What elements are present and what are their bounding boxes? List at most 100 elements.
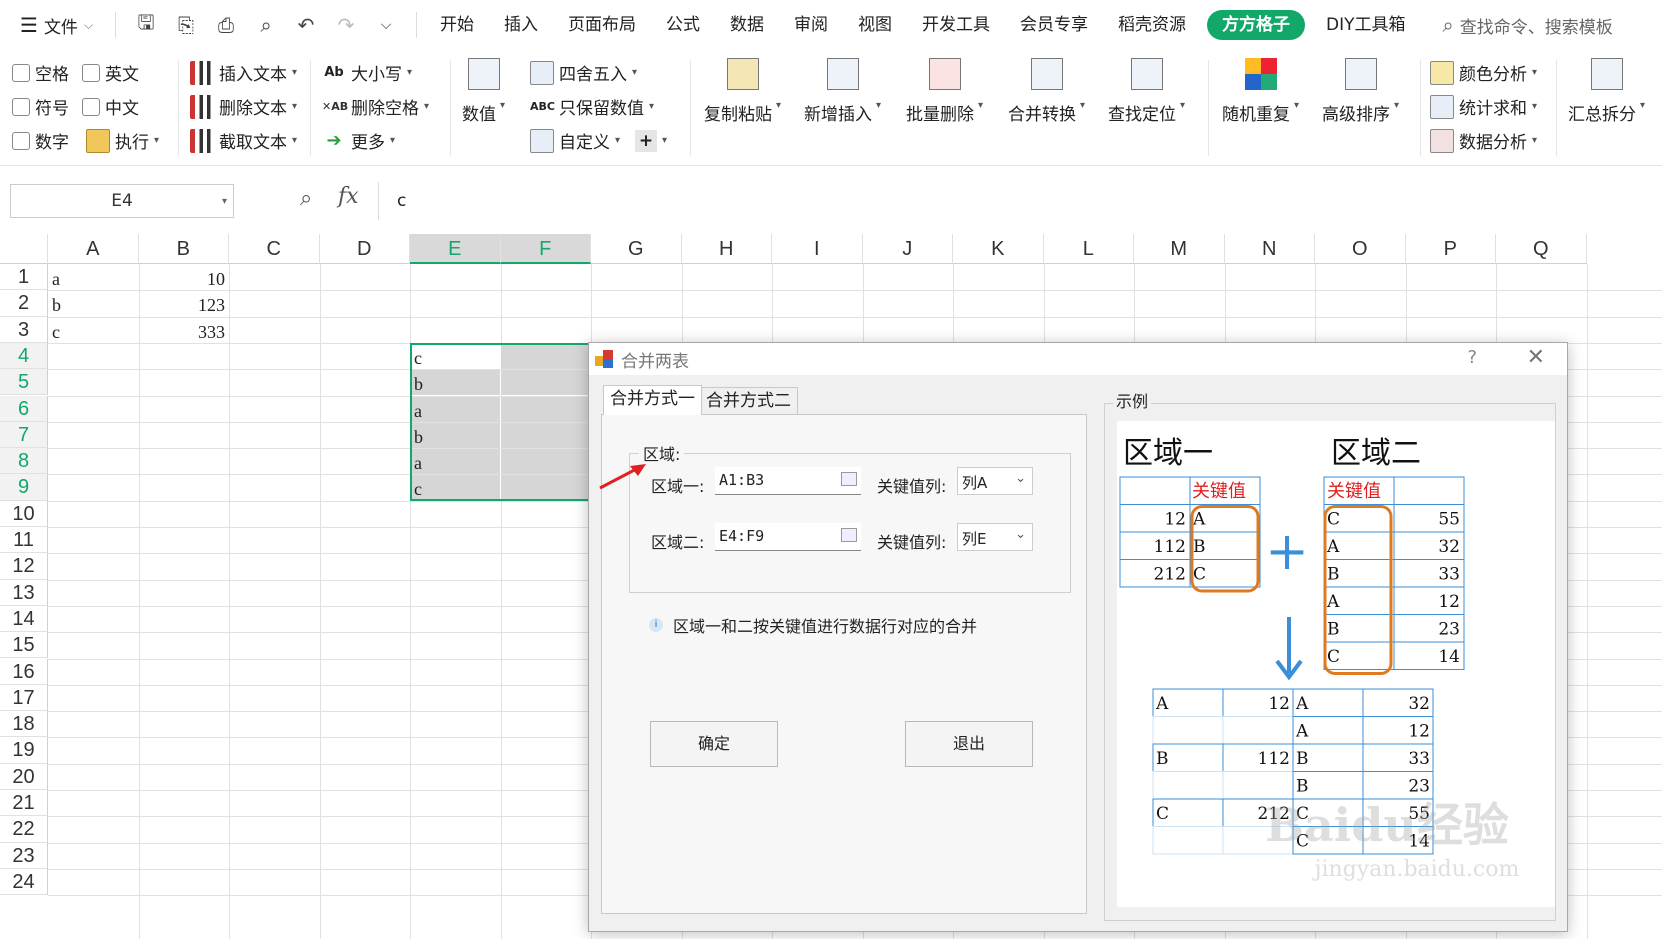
help-button[interactable]: ? [1467, 347, 1477, 368]
redo-icon[interactable]: ↷ [334, 13, 358, 37]
more-button[interactable]: ➔ 更多 ▾ [322, 128, 395, 154]
tab-docer-resources[interactable]: 稻壳资源 [1103, 0, 1201, 50]
key-column-select-1[interactable]: 列A ⌄ [957, 467, 1033, 495]
row-header-3[interactable]: 3 [0, 316, 48, 343]
column-header-h[interactable]: H [681, 234, 772, 264]
column-header-d[interactable]: D [319, 234, 410, 264]
change-case-button[interactable]: Ab 大小写 ▾ [322, 60, 412, 86]
dialog-title-bar[interactable]: 合并两表 ? ✕ [589, 343, 1567, 375]
print-icon[interactable]: ⎙ [214, 13, 238, 37]
command-search[interactable]: ⌕ 查找命令、搜索模板 [1443, 13, 1613, 38]
tab-view[interactable]: 视图 [843, 0, 907, 50]
execute-button[interactable]: 执行 ▾ [86, 128, 159, 153]
range-picker-icon[interactable] [841, 528, 857, 542]
formula-input[interactable]: c [378, 182, 1662, 220]
random-repeat-button[interactable]: 随机重复 ▾ [1222, 58, 1299, 125]
data-analysis-button[interactable]: 数据分析 ▾ [1430, 128, 1537, 153]
range-picker-icon[interactable] [841, 472, 857, 486]
column-header-j[interactable]: J [862, 234, 953, 264]
row-header-17[interactable]: 17 [0, 684, 48, 712]
exit-button[interactable]: 退出 [905, 721, 1033, 767]
plus-button[interactable]: + [635, 129, 658, 152]
tab-review[interactable]: 审阅 [779, 0, 843, 50]
customize-chevron-icon[interactable]: ⌵ [374, 17, 398, 33]
column-header-k[interactable]: K [953, 234, 1044, 264]
row-header-11[interactable]: 11 [0, 527, 48, 554]
select-all-corner[interactable] [0, 234, 48, 264]
column-header-e[interactable]: E [410, 234, 501, 264]
row-header-10[interactable]: 10 [0, 500, 48, 527]
summary-split-button[interactable]: 汇总拆分 ▾ [1568, 58, 1645, 125]
keep-values-button[interactable]: ABC 只保留数值 ▾ [530, 94, 654, 119]
checkbox-space[interactable]: 空格 [12, 60, 69, 85]
print-preview-icon[interactable]: ⌕ [254, 13, 278, 37]
merge-convert-button[interactable]: 合并转换 ▾ [1008, 58, 1085, 125]
row-header-8[interactable]: 8 [0, 448, 48, 475]
key-column-select-2[interactable]: 列E ⌄ [957, 523, 1033, 551]
row-header-24[interactable]: 24 [0, 868, 48, 896]
stat-sum-button[interactable]: 统计求和 ▾ [1430, 94, 1537, 119]
copy-paste-button[interactable]: 复制粘贴 ▾ [704, 58, 781, 125]
tab-developer[interactable]: 开发工具 [907, 0, 1005, 50]
column-header-n[interactable]: N [1224, 234, 1315, 264]
row-header-16[interactable]: 16 [0, 658, 48, 685]
save-icon[interactable]: 🖫 [134, 8, 158, 42]
fx-icon[interactable]: fx [338, 184, 359, 209]
add-insert-button[interactable]: 新增插入 ▾ [804, 58, 881, 125]
row-header-22[interactable]: 22 [0, 816, 48, 843]
column-header-a[interactable]: A [48, 234, 139, 264]
row-header-13[interactable]: 13 [0, 579, 48, 606]
cell-b1[interactable]: 10 [139, 264, 230, 292]
row-header-6[interactable]: 6 [0, 395, 48, 422]
zoom-search-icon[interactable]: ⌕ [300, 186, 312, 211]
tab-data[interactable]: 数据 [715, 0, 779, 50]
row-header-9[interactable]: 9 [0, 474, 48, 501]
ok-button[interactable]: 确定 [650, 721, 778, 767]
tab-member[interactable]: 会员专享 [1005, 0, 1103, 50]
cell-b3[interactable]: 333 [139, 317, 230, 345]
close-button[interactable]: ✕ [1527, 345, 1545, 370]
delete-spaces-button[interactable]: ✕AB 删除空格 ▾ [322, 94, 429, 119]
name-box[interactable]: E4 ▾ [10, 184, 234, 218]
round-button[interactable]: 四舍五入 ▾ [530, 60, 637, 85]
region1-input[interactable]: A1:B3 [715, 467, 861, 495]
tab-page-layout[interactable]: 页面布局 [553, 0, 651, 50]
cell-a3[interactable]: c [48, 317, 139, 345]
tab-merge-method-2[interactable]: 合并方式二 [699, 387, 798, 415]
find-locate-button[interactable]: 查找定位 ▾ [1108, 58, 1185, 125]
column-header-o[interactable]: O [1315, 234, 1406, 264]
checkbox-symbol[interactable]: 符号 [12, 94, 69, 119]
cell-b2[interactable]: 123 [139, 290, 230, 318]
cell-a1[interactable]: a [48, 264, 139, 292]
file-menu[interactable]: ☰ 文件 ⌵ [0, 0, 107, 50]
row-header-14[interactable]: 14 [0, 605, 48, 633]
row-header-23[interactable]: 23 [0, 842, 48, 869]
column-header-l[interactable]: L [1043, 234, 1134, 264]
row-header-7[interactable]: 7 [0, 421, 48, 449]
undo-icon[interactable]: ↶ [294, 13, 318, 37]
column-header-b[interactable]: B [138, 234, 229, 264]
row-header-5[interactable]: 5 [0, 369, 48, 396]
column-header-q[interactable]: Q [1496, 234, 1587, 264]
cell-a2[interactable]: b [48, 290, 139, 318]
selection-range-e4-f9[interactable] [410, 342, 591, 501]
export-pdf-icon[interactable]: ⎘ [174, 13, 198, 37]
insert-text-button[interactable]: 插入文本 ▾ [190, 60, 297, 85]
tab-home[interactable]: 开始 [425, 0, 489, 50]
row-header-4[interactable]: 4 [0, 342, 48, 370]
tab-merge-method-1[interactable]: 合并方式一 [603, 385, 702, 415]
checkbox-chinese[interactable]: 中文 [82, 94, 139, 119]
region2-input[interactable]: E4:F9 [715, 523, 861, 551]
row-header-2[interactable]: 2 [0, 290, 48, 317]
advanced-sort-button[interactable]: 高级排序 ▾ [1322, 58, 1399, 125]
color-analysis-button[interactable]: 颜色分析 ▾ [1430, 60, 1537, 85]
value-button[interactable]: 数值 ▾ [462, 58, 505, 125]
column-header-m[interactable]: M [1134, 234, 1225, 264]
row-header-1[interactable]: 1 [0, 264, 48, 291]
row-header-12[interactable]: 12 [0, 553, 48, 580]
tab-formulas[interactable]: 公式 [651, 0, 715, 50]
row-header-19[interactable]: 19 [0, 737, 48, 764]
column-header-p[interactable]: P [1405, 234, 1496, 264]
column-header-c[interactable]: C [229, 234, 320, 264]
batch-delete-button[interactable]: 批量删除 ▾ [906, 58, 983, 125]
